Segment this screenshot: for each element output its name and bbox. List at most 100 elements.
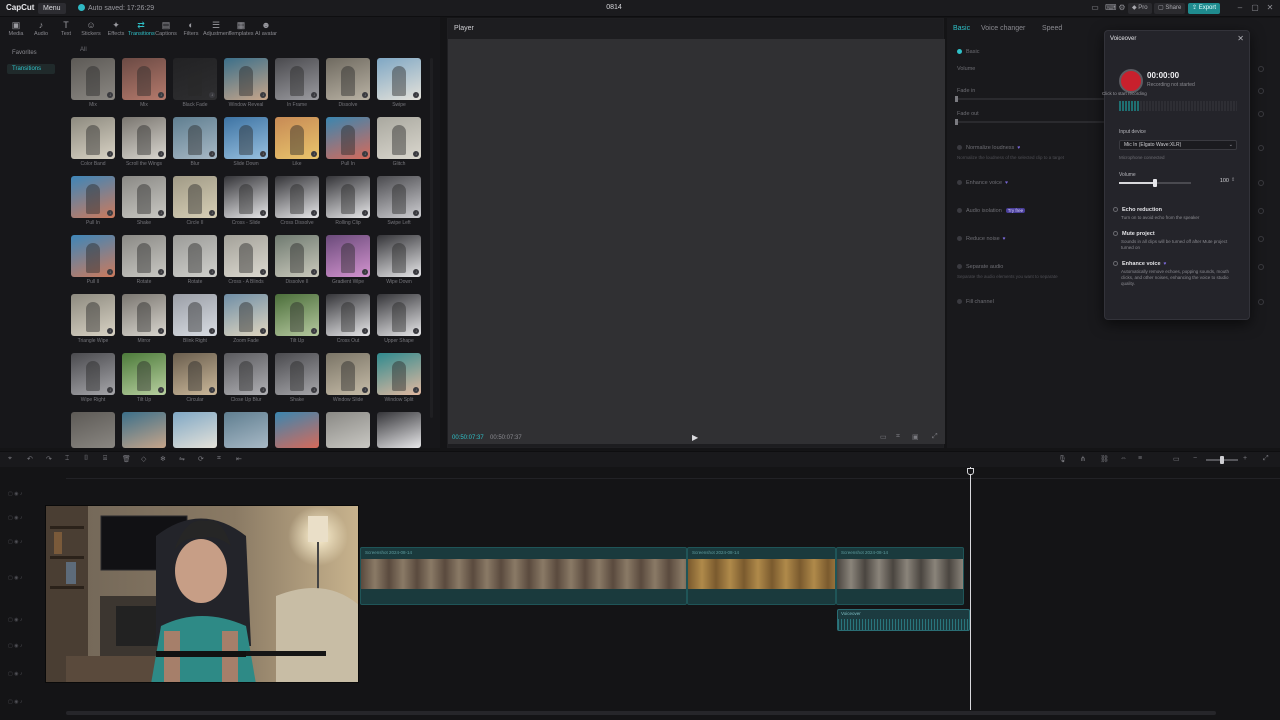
- transition-thumbnail[interactable]: ↓: [173, 58, 217, 100]
- minimize-icon[interactable]: –: [1235, 3, 1245, 13]
- align-icon[interactable]: ≡: [1138, 455, 1142, 462]
- split-left-icon[interactable]: ⌷: [84, 455, 88, 463]
- section-basic[interactable]: Basic: [957, 49, 979, 55]
- crop-icon[interactable]: ⌗: [217, 455, 221, 463]
- download-icon[interactable]: ↓: [107, 151, 113, 157]
- track-controls[interactable]: ▢ ◉ ♪: [8, 491, 22, 497]
- track-controls[interactable]: ▢ ◉ ♪: [8, 575, 22, 581]
- transition-thumbnail[interactable]: ↓: [71, 176, 115, 218]
- option-echo-reduction[interactable]: Echo reduction: [1113, 207, 1162, 213]
- transition-thumbnail[interactable]: ↓: [122, 176, 166, 218]
- slider-knob[interactable]: [955, 119, 958, 125]
- undo-icon[interactable]: ↶: [27, 455, 33, 463]
- transition-thumbnail[interactable]: ↓: [377, 235, 421, 277]
- tab-filters[interactable]: ◐ Filters: [178, 20, 204, 37]
- transition-thumbnail[interactable]: ↓: [377, 176, 421, 218]
- freeze-icon[interactable]: ❄: [160, 455, 166, 463]
- keyframe-icon[interactable]: [1258, 66, 1264, 72]
- download-icon[interactable]: ↓: [362, 387, 368, 393]
- keyframe-icon[interactable]: [1258, 111, 1264, 117]
- rotate-icon[interactable]: ⟳: [198, 455, 204, 463]
- playhead-handle[interactable]: [967, 468, 974, 475]
- download-icon[interactable]: ↓: [413, 151, 419, 157]
- transition-thumbnail[interactable]: ↓: [71, 58, 115, 100]
- track-controls[interactable]: ▢ ◉ ♪: [8, 643, 22, 649]
- tab-speed[interactable]: Speed: [1042, 25, 1062, 32]
- select-icon[interactable]: ⌖: [8, 455, 12, 463]
- video-clip[interactable]: Screenshot 2024-08-14: [836, 547, 964, 605]
- checkbox[interactable]: [1113, 231, 1118, 236]
- toggle-on-icon[interactable]: [957, 49, 962, 54]
- transition-thumbnail[interactable]: ↓: [224, 117, 268, 159]
- nav-item-transitions[interactable]: Transitions: [7, 64, 55, 74]
- transition-thumbnail[interactable]: [377, 412, 421, 448]
- property-audio-isolation[interactable]: Audio isolation Try free: [957, 208, 1026, 214]
- download-icon[interactable]: ↓: [413, 387, 419, 393]
- transition-thumbnail[interactable]: ↓: [224, 176, 268, 218]
- transition-thumbnail[interactable]: ↓: [326, 235, 370, 277]
- download-icon[interactable]: ↓: [260, 269, 266, 275]
- toggle-icon[interactable]: [957, 208, 962, 213]
- tab-transitions[interactable]: ⇄ Transitions: [128, 20, 155, 37]
- download-icon[interactable]: ↓: [413, 328, 419, 334]
- download-icon[interactable]: ↓: [260, 151, 266, 157]
- video-clip[interactable]: Screenshot 2024-08-14: [687, 547, 836, 605]
- tab-adjustment[interactable]: ☰ Adjustment: [203, 20, 231, 37]
- download-icon[interactable]: ↓: [413, 269, 419, 275]
- download-icon[interactable]: ↓: [158, 387, 164, 393]
- tab-voice-changer[interactable]: Voice changer: [981, 25, 1025, 32]
- download-icon[interactable]: ↓: [107, 92, 113, 98]
- property-fade-out[interactable]: Fade out: [957, 111, 979, 117]
- transition-thumbnail[interactable]: ↓: [122, 58, 166, 100]
- transition-thumbnail[interactable]: ↓: [122, 294, 166, 336]
- tab-ai-avatar[interactable]: ☻ AI avatar: [253, 20, 279, 37]
- transition-thumbnail[interactable]: [122, 412, 166, 448]
- share-button[interactable]: ▢ Share: [1154, 3, 1186, 14]
- split-icon[interactable]: ⌶: [65, 455, 69, 463]
- keyframe-icon[interactable]: [1258, 236, 1264, 242]
- property-fill-channel[interactable]: Fill channel: [957, 299, 994, 305]
- transition-thumbnail[interactable]: ↓: [275, 117, 319, 159]
- track-controls[interactable]: ▢ ◉ ♪: [8, 671, 22, 677]
- tab-basic[interactable]: Basic: [953, 25, 970, 32]
- download-icon[interactable]: ↓: [209, 210, 215, 216]
- tab-templates[interactable]: ▦ Templates: [228, 20, 254, 37]
- track-controls[interactable]: ▢ ◉ ♪: [8, 617, 22, 623]
- transition-thumbnail[interactable]: ↓: [275, 58, 319, 100]
- record-button[interactable]: [1119, 69, 1143, 93]
- transition-thumbnail[interactable]: ↓: [122, 353, 166, 395]
- transition-thumbnail[interactable]: [224, 412, 268, 448]
- stepper-icon[interactable]: ⇕: [1231, 177, 1235, 183]
- transition-thumbnail[interactable]: ↓: [326, 294, 370, 336]
- menu-button[interactable]: Menu: [38, 3, 66, 14]
- microphone-icon[interactable]: 🎙: [1058, 455, 1067, 463]
- download-icon[interactable]: ↓: [107, 387, 113, 393]
- transition-thumbnail[interactable]: ↓: [326, 117, 370, 159]
- layout-icon[interactable]: ▭: [1090, 3, 1100, 13]
- property-separate-audio[interactable]: Separate audio: [957, 264, 1003, 270]
- maximize-icon[interactable]: ▢: [1250, 3, 1260, 13]
- input-device-select[interactable]: Mic In (Elgato Wave:XLR) ⌄: [1119, 140, 1237, 150]
- transition-thumbnail[interactable]: ↓: [173, 235, 217, 277]
- transition-thumbnail[interactable]: ↓: [326, 176, 370, 218]
- play-icon[interactable]: ▶: [692, 433, 698, 442]
- download-icon[interactable]: ↓: [311, 387, 317, 393]
- keyframe-icon[interactable]: [1258, 88, 1264, 94]
- toggle-icon[interactable]: [957, 236, 962, 241]
- tab-text[interactable]: T Text: [53, 20, 79, 37]
- pro-button[interactable]: ◆ Pro: [1128, 3, 1152, 14]
- transition-thumbnail[interactable]: ↓: [71, 235, 115, 277]
- transition-thumbnail[interactable]: ↓: [377, 294, 421, 336]
- transition-thumbnail[interactable]: ↓: [224, 58, 268, 100]
- playhead[interactable]: [967, 467, 974, 710]
- track-controls[interactable]: ▢ ◉ ♪: [8, 515, 22, 521]
- transition-thumbnail[interactable]: ↓: [326, 353, 370, 395]
- download-icon[interactable]: ↓: [107, 328, 113, 334]
- transition-thumbnail[interactable]: ↓: [275, 235, 319, 277]
- download-icon[interactable]: ↓: [158, 92, 164, 98]
- transition-thumbnail[interactable]: ↓: [173, 176, 217, 218]
- download-icon[interactable]: ↓: [209, 269, 215, 275]
- toggle-icon[interactable]: [957, 145, 962, 150]
- download-icon[interactable]: ↓: [107, 210, 113, 216]
- video-clip[interactable]: Screenshot 2024-08-14: [360, 547, 687, 605]
